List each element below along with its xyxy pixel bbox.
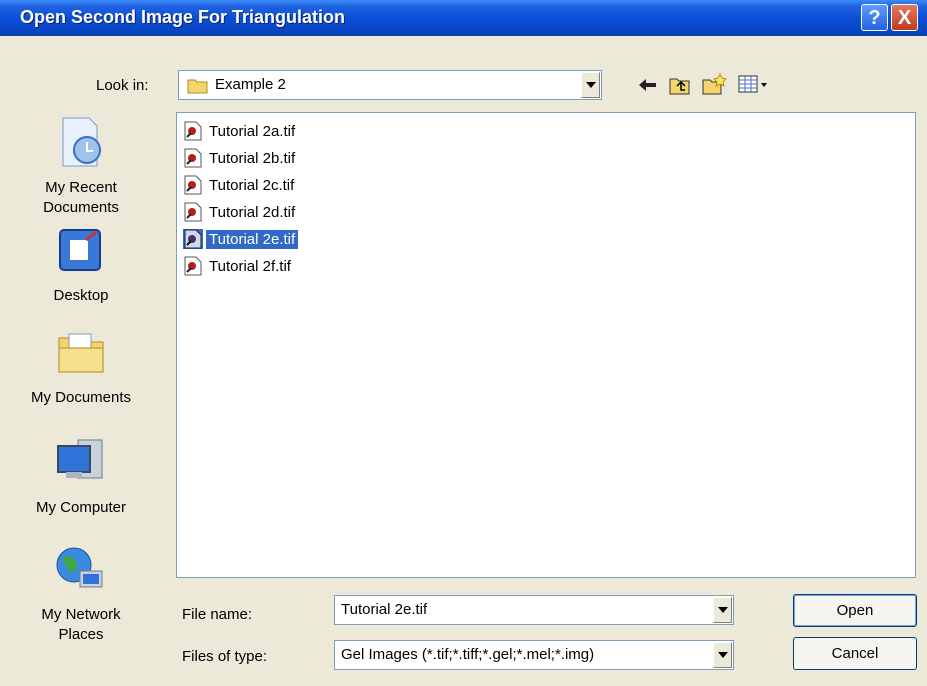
file-name-label: File name: [182,606,253,623]
file-name-value: Tutorial 2e.tif [341,601,428,618]
file-list[interactable]: Tutorial 2a.tif Tutorial 2b.tif Tutorial… [176,112,916,578]
place-my-recent-documents[interactable]: My Recent Documents [16,114,146,224]
place-desktop[interactable]: Desktop [16,226,146,306]
file-name: Tutorial 2e.tif [206,229,299,249]
place-label: My Documents [30,389,132,406]
file-name: Tutorial 2d.tif [209,203,296,221]
file-name: Tutorial 2b.tif [209,149,296,167]
window-title: Open Second Image For Triangulation [20,7,346,27]
title-bar[interactable]: Open Second Image For Triangulation ? X [0,0,927,36]
tif-file-icon [183,229,203,249]
tif-file-icon [184,121,202,141]
my-computer-icon [57,439,103,479]
place-my-documents[interactable]: My Documents [16,328,146,408]
cancel-button[interactable]: Cancel [793,637,917,670]
open-file-dialog: Open Second Image For Triangulation ? X … [0,0,927,686]
tif-file-icon [184,175,202,195]
help-button[interactable]: ? [861,4,888,31]
tif-file-icon [184,202,202,222]
file-item[interactable]: Tutorial 2a.tif [183,119,298,143]
place-my-computer[interactable]: My Computer [16,438,146,518]
view-menu-icon[interactable] [738,74,770,104]
file-name: Tutorial 2f.tif [209,257,291,275]
look-in-label: Look in: [96,77,149,94]
desktop-icon [59,229,101,271]
file-type-dropdown[interactable]: Gel Images (*.tif;*.tiff;*.gel;*.mel;*.i… [334,640,734,670]
back-arrow-icon[interactable] [637,74,659,104]
file-item[interactable]: Tutorial 2c.tif [183,173,297,197]
file-name: Tutorial 2a.tif [209,122,296,140]
file-item[interactable]: Tutorial 2d.tif [183,200,298,224]
open-button[interactable]: Open [793,594,917,627]
place-my-network-places[interactable]: My Network Places [16,545,146,645]
close-button[interactable]: X [891,4,918,31]
new-folder-icon[interactable] [701,72,727,102]
look-in-value: Example 2 [215,76,286,93]
tif-file-icon [184,256,202,276]
up-folder-icon[interactable] [668,74,692,104]
my-documents-icon [58,333,104,373]
file-item[interactable]: Tutorial 2f.tif [183,254,294,278]
file-type-value: Gel Images (*.tif;*.tiff;*.gel;*.mel;*.i… [341,646,595,663]
look-in-dropdown[interactable]: Example 2 [178,70,602,100]
look-in-dropdown-arrow[interactable] [581,72,600,98]
file-item-selected[interactable]: Tutorial 2e.tif [183,227,299,251]
place-label: My Recent Documents [43,179,119,216]
place-label: My Network Places [41,606,121,643]
file-type-label: Files of type: [182,648,268,665]
file-name: Tutorial 2c.tif [209,176,295,194]
file-name-dropdown-arrow[interactable] [713,597,732,623]
file-item[interactable]: Tutorial 2b.tif [183,146,298,170]
file-name-input[interactable]: Tutorial 2e.tif [334,595,734,625]
folder-icon [187,79,208,94]
network-places-icon [56,547,103,588]
file-type-dropdown-arrow[interactable] [713,642,732,668]
recent-documents-icon [62,117,101,167]
place-label: Desktop [53,287,109,304]
place-label: My Computer [35,499,127,516]
tif-file-icon [184,148,202,168]
